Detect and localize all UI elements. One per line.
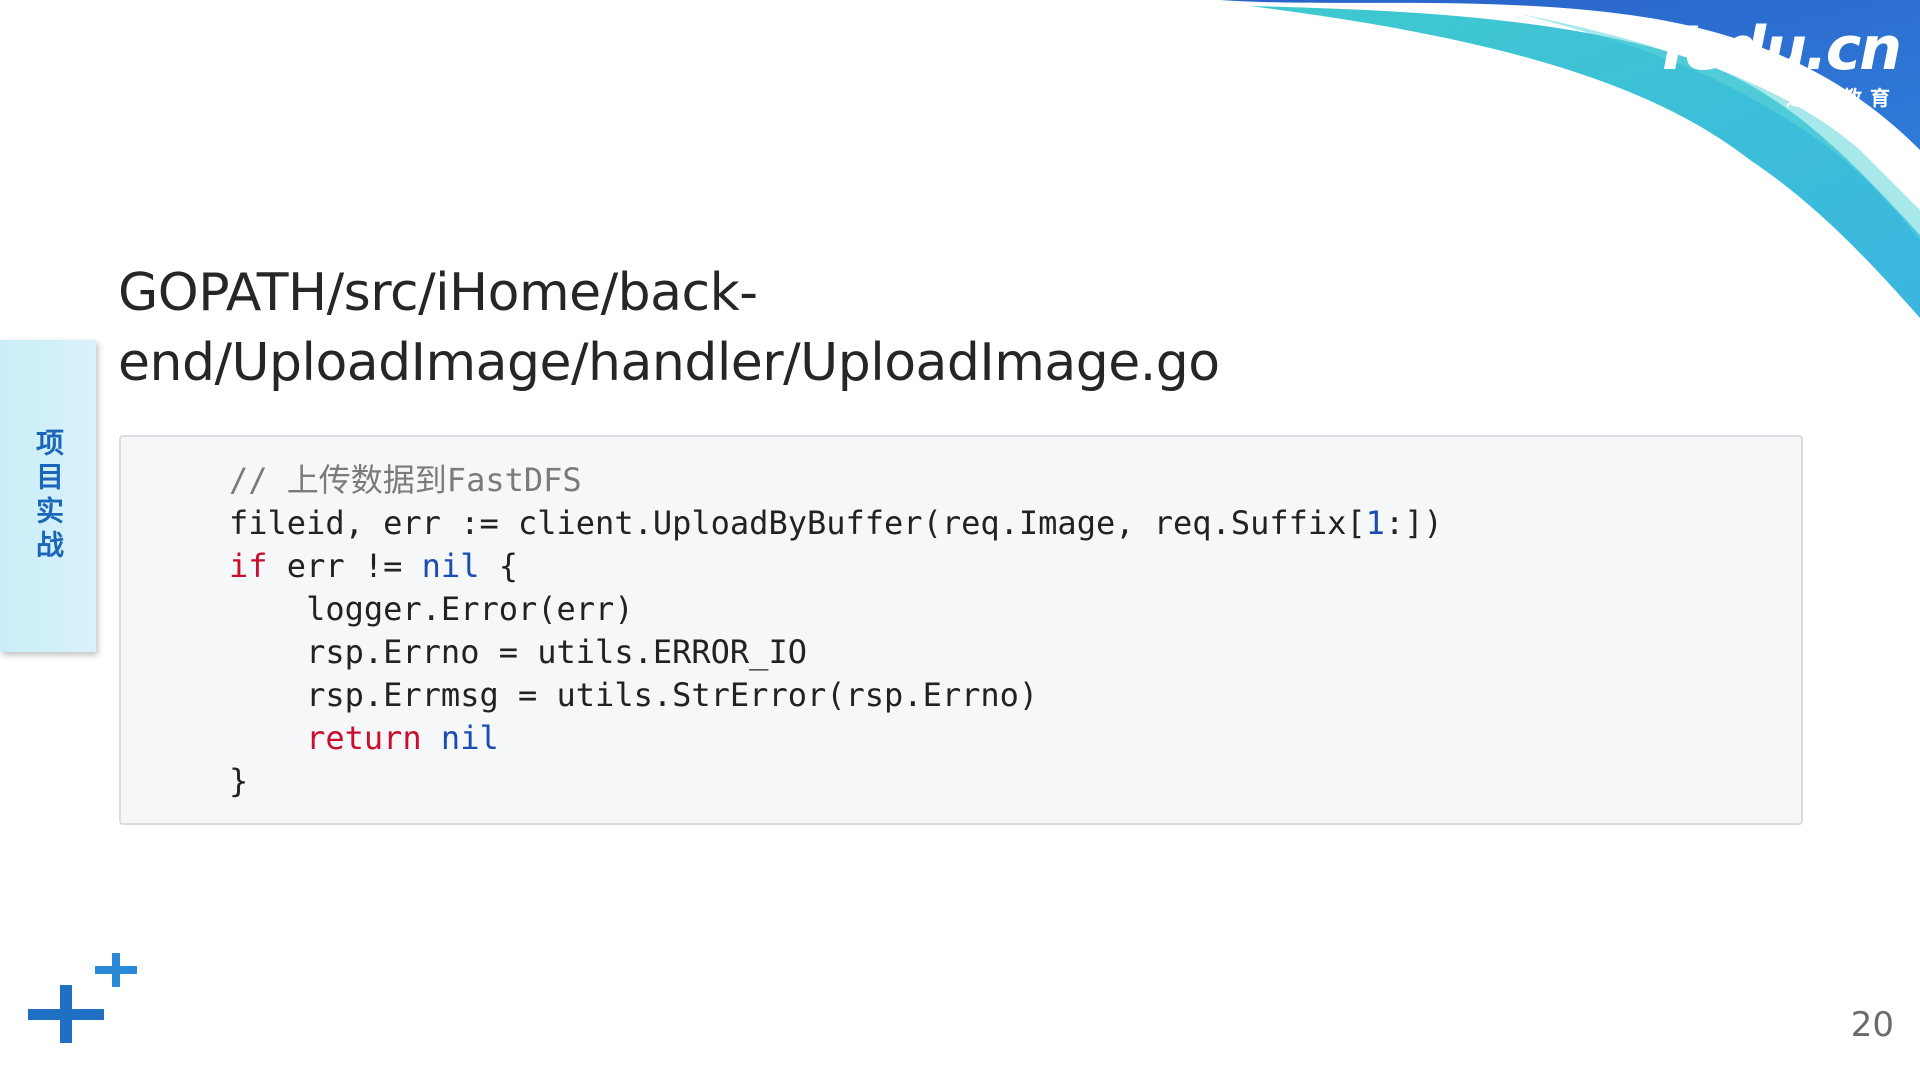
section-side-tab-label: 项目实战	[32, 428, 65, 564]
slide-title-line-1: GOPATH/src/iHome/back-	[118, 263, 758, 323]
brand-logo: Tedu.cn 达内教育	[1653, 14, 1902, 111]
code-block: // 上传数据到FastDFS fileid, err := client.Up…	[119, 435, 1803, 825]
code-line-4: logger.Error(err)	[229, 590, 634, 628]
section-side-tab: 项目实战	[0, 340, 96, 652]
page-number: 20	[1850, 1005, 1894, 1045]
code-comment: // 上传数据到FastDFS	[229, 461, 582, 499]
code-line-5: rsp.Errno = utils.ERROR_IO	[229, 633, 807, 671]
code-line-8: }	[229, 762, 249, 800]
code-line-6: rsp.Errmsg = utils.StrError(rsp.Errno)	[229, 676, 1039, 714]
brand-logo-subtitle: 达内教育	[1786, 86, 1898, 110]
plus-small-icon	[95, 953, 137, 987]
code-listing: // 上传数据到FastDFS fileid, err := client.Up…	[229, 459, 1801, 803]
code-line-2: fileid, err := client.UploadByBuffer(req…	[229, 504, 1443, 542]
code-line-3: if err != nil {	[229, 547, 518, 585]
code-line-7: return nil	[306, 719, 499, 757]
slide-title-line-2: end/UploadImage/handler/UploadImage.go	[118, 333, 1220, 393]
brand-logo-text: Tedu.cn	[1653, 14, 1902, 84]
slide-title: GOPATH/src/iHome/back- end/UploadImage/h…	[118, 258, 1538, 398]
plus-large-icon	[28, 985, 104, 1043]
